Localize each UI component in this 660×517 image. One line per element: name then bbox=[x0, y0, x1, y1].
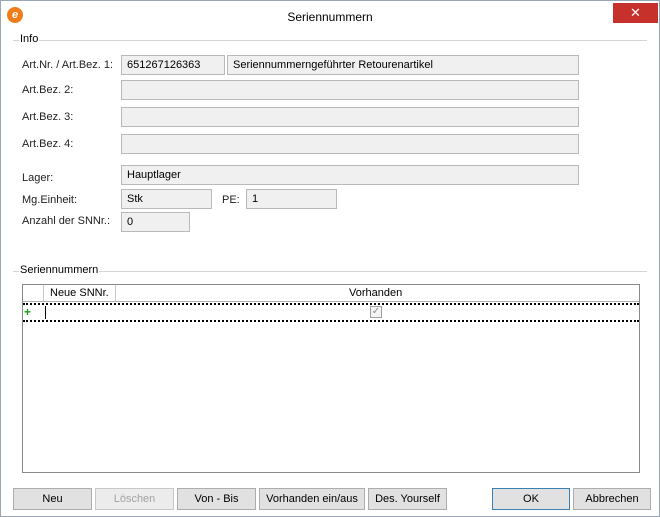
grid-header: Neue SNNr. Vorhanden bbox=[23, 285, 639, 302]
info-group-divider bbox=[13, 40, 647, 41]
von-bis-button[interactable]: Von - Bis bbox=[177, 488, 256, 510]
art-bez4-field[interactable] bbox=[121, 134, 579, 154]
neu-button[interactable]: Neu bbox=[13, 488, 92, 510]
new-row[interactable]: + ✓ bbox=[23, 303, 639, 322]
mg-einheit-label: Mg.Einheit: bbox=[22, 194, 78, 206]
header-separator bbox=[43, 285, 44, 302]
window-title: Seriennummern bbox=[287, 10, 373, 24]
header-separator bbox=[115, 285, 116, 302]
art-bez1-field[interactable]: Seriennummerngeführter Retourenartikel bbox=[227, 55, 579, 75]
column-header-vorhanden[interactable]: Vorhanden bbox=[349, 285, 402, 302]
art-nr-label: Art.Nr. / Art.Bez. 1: bbox=[22, 59, 114, 71]
serials-group-divider bbox=[13, 271, 647, 272]
close-button[interactable]: ✕ bbox=[613, 3, 658, 23]
mg-einheit-field[interactable]: Stk bbox=[121, 189, 212, 209]
loeschen-button[interactable]: Löschen bbox=[95, 488, 174, 510]
anzahl-label: Anzahl der SNNr.: bbox=[22, 215, 111, 227]
new-row-plus-icon: + bbox=[24, 305, 32, 319]
art-bez2-label: Art.Bez. 2: bbox=[22, 84, 74, 96]
pe-label: PE: bbox=[222, 194, 240, 206]
vorhanden-toggle-button[interactable]: Vorhanden ein/aus bbox=[259, 488, 365, 510]
art-bez3-field[interactable] bbox=[121, 107, 579, 127]
art-bez3-label: Art.Bez. 3: bbox=[22, 111, 74, 123]
serials-grid[interactable]: Neue SNNr. Vorhanden + ✓ bbox=[22, 284, 640, 473]
column-header-neue-snnr[interactable]: Neue SNNr. bbox=[50, 285, 109, 302]
title-bar: e Seriennummern ✕ bbox=[1, 1, 659, 31]
info-group-label: Info bbox=[19, 33, 40, 45]
art-bez4-label: Art.Bez. 4: bbox=[22, 138, 74, 150]
ok-button[interactable]: OK bbox=[492, 488, 570, 510]
text-cursor bbox=[45, 306, 46, 319]
art-bez2-field[interactable] bbox=[121, 80, 579, 100]
pe-field[interactable]: 1 bbox=[246, 189, 337, 209]
vorhanden-checkbox[interactable]: ✓ bbox=[370, 306, 382, 318]
abbrechen-button[interactable]: Abbrechen bbox=[573, 488, 651, 510]
lager-label: Lager: bbox=[22, 172, 54, 184]
anzahl-field[interactable]: 0 bbox=[121, 212, 190, 232]
lager-field[interactable]: Hauptlager bbox=[121, 165, 579, 185]
art-nr-field[interactable]: 651267126363 bbox=[121, 55, 225, 75]
serials-group-label: Seriennummern bbox=[19, 264, 100, 276]
dialog-window: e Seriennummern ✕ Info Art.Nr. / Art.Bez… bbox=[0, 0, 660, 517]
des-yourself-button[interactable]: Des. Yourself bbox=[368, 488, 447, 510]
